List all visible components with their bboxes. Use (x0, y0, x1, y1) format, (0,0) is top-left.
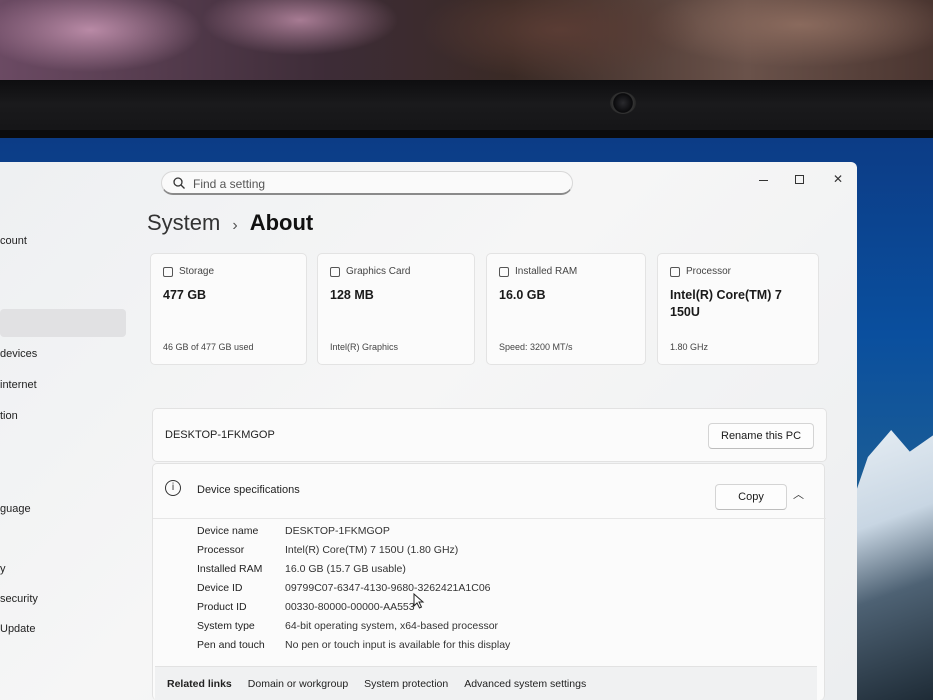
card-footer: Speed: 3200 MT/s (499, 342, 573, 352)
spec-value: DESKTOP-1FKMGOP (285, 524, 390, 537)
spec-value: No pen or touch input is available for t… (285, 638, 511, 651)
rename-pc-button[interactable]: Rename this PC (708, 423, 815, 449)
breadcrumb-system[interactable]: System (147, 210, 220, 236)
chevron-right-icon: › (232, 217, 238, 234)
advanced-system-settings-link[interactable]: Advanced system settings (464, 678, 586, 690)
info-icon: i (165, 480, 181, 496)
spec-label: Device name (197, 524, 259, 537)
spec-label: Installed RAM (197, 562, 263, 575)
card-value: 16.0 GB (499, 288, 546, 302)
card-label: Processor (686, 266, 732, 277)
storage-icon (163, 266, 173, 277)
page-title: About (249, 210, 314, 235)
sidebar-item-accounts[interactable]: count (0, 235, 27, 247)
copy-button[interactable]: Copy (715, 484, 787, 510)
sidebar-item-windows-update[interactable]: Update (0, 623, 35, 635)
maximize-button[interactable] (786, 168, 812, 190)
minimize-button[interactable] (750, 168, 776, 190)
device-specs-panel: i Device specifications Copy ︿ Device na… (152, 463, 826, 700)
spec-label: Device ID (197, 581, 243, 594)
spec-label: Product ID (197, 600, 247, 613)
bezel-edge (0, 130, 933, 138)
spec-row: Product ID 00330-80000-00000-AA553 (197, 597, 510, 616)
spec-label: Pen and touch (197, 638, 265, 651)
close-button[interactable]: ✕ (825, 168, 851, 190)
webcam (610, 92, 636, 114)
graphics-card[interactable]: Graphics Card 128 MB Intel(R) Graphics (317, 253, 475, 365)
graphics-card-icon (330, 266, 340, 277)
card-value: Intel(R) Core(TM) 7 150U (670, 288, 782, 319)
search-box[interactable] (161, 171, 573, 195)
device-name-row: DESKTOP-1FKMGOP Rename this PC (152, 408, 827, 462)
sidebar-item-personalization[interactable]: tion (0, 410, 18, 422)
spec-value: 00330-80000-00000-AA553 (285, 600, 415, 613)
device-name: DESKTOP-1FKMGOP (165, 429, 275, 441)
spec-row: Device name DESKTOP-1FKMGOP (197, 521, 510, 540)
maximize-icon (794, 174, 804, 184)
card-label: Graphics Card (346, 266, 411, 277)
spec-value: 09799C07-6347-4130-9680-3262421A1C06 (285, 581, 491, 594)
minimize-icon (758, 179, 768, 181)
close-icon: ✕ (832, 172, 844, 186)
sidebar-item-accessibility[interactable]: y (0, 563, 6, 575)
search-input[interactable] (193, 175, 553, 193)
card-value: 477 GB (163, 288, 207, 302)
domain-workgroup-link[interactable]: Domain or workgroup (248, 678, 348, 690)
divider (153, 518, 826, 519)
spec-row: Processor Intel(R) Core(TM) 7 150U (1.80 … (197, 540, 510, 559)
background-fabric (0, 0, 933, 86)
cursor-icon (413, 593, 425, 609)
card-footer: 46 GB of 477 GB used (163, 342, 254, 352)
sidebar-item-privacy-security[interactable]: security (0, 593, 38, 605)
spec-label: Processor (197, 543, 245, 556)
card-label: Storage (179, 266, 215, 277)
device-specs-title: Device specifications (197, 484, 300, 496)
spec-label: System type (197, 619, 255, 632)
sidebar-item-time-language[interactable]: guage (0, 503, 31, 515)
related-links-bar: Related links Domain or workgroup System… (155, 666, 817, 700)
spec-value: Intel(R) Core(TM) 7 150U (1.80 GHz) (285, 543, 459, 556)
sidebar-selected-item[interactable] (0, 309, 126, 337)
chevron-up-icon[interactable]: ︿ (793, 486, 804, 502)
spec-value: 16.0 GB (15.7 GB usable) (285, 562, 406, 575)
sidebar-item-bluetooth-devices[interactable]: devices (0, 348, 37, 360)
spec-value: 64-bit operating system, x64-based proce… (285, 619, 499, 632)
card-value: 128 MB (330, 288, 374, 302)
spec-table: Device name DESKTOP-1FKMGOP Processor Inte… (197, 521, 510, 654)
memory-icon (499, 266, 509, 277)
card-footer: 1.80 GHz (670, 342, 709, 352)
settings-window: count devices internet tion guage y secu… (0, 162, 857, 700)
breadcrumb: System › About (147, 210, 313, 236)
spec-row: Installed RAM 16.0 GB (15.7 GB usable) (197, 559, 510, 578)
processor-card[interactable]: Processor Intel(R) Core(TM) 7 150U 1.80 … (657, 253, 819, 365)
related-links-title: Related links (167, 677, 232, 690)
spec-row: Device ID 09799C07-6347-4130-9680-3262421… (197, 578, 510, 597)
card-label: Installed RAM (515, 266, 578, 277)
spec-row: System type 64-bit operating system, x64-… (197, 616, 510, 635)
ram-card[interactable]: Installed RAM 16.0 GB Speed: 3200 MT/s (486, 253, 646, 365)
system-protection-link[interactable]: System protection (364, 678, 448, 690)
spec-row: Pen and touch No pen or touch input is av… (197, 635, 510, 654)
processor-icon (670, 266, 680, 277)
storage-card[interactable]: Storage 477 GB 46 GB of 477 GB used (150, 253, 307, 365)
sidebar-item-network-internet[interactable]: internet (0, 379, 37, 391)
card-footer: Intel(R) Graphics (330, 342, 399, 352)
search-icon (173, 177, 185, 189)
